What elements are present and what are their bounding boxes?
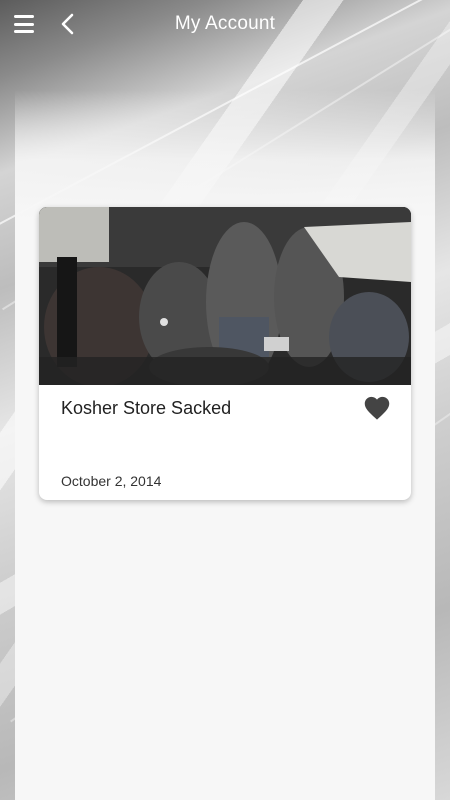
top-app-bar: My Account: [0, 0, 450, 48]
article-title: Kosher Store Sacked: [61, 398, 232, 418]
heart-icon[interactable]: [363, 395, 391, 421]
page-title: My Account: [174, 13, 276, 34]
article-card[interactable]: Kosher Store Sacked October 2, 2014: [39, 207, 411, 500]
article-date: October 2, 2014: [61, 473, 162, 489]
article-thumbnail: [39, 207, 411, 385]
